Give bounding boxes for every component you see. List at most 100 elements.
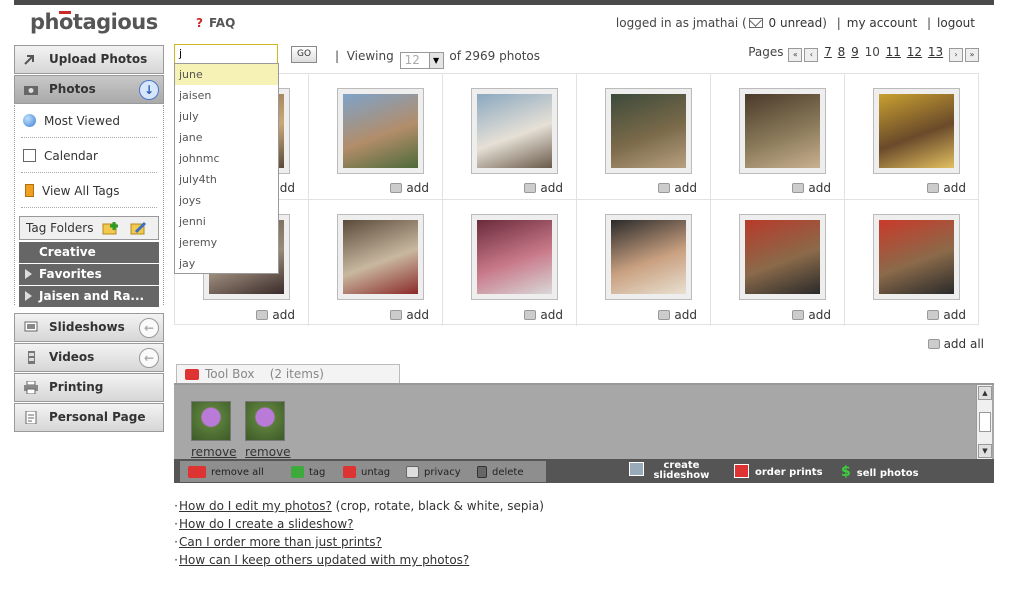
page-link[interactable]: 8 xyxy=(838,45,846,59)
toolbox-tab[interactable]: Tool Box (2 items) xyxy=(176,364,400,384)
add-to-toolbox-link[interactable]: add xyxy=(658,181,697,195)
photo-thumbnail[interactable] xyxy=(471,88,558,174)
arrow-down-icon[interactable]: ↓ xyxy=(139,80,159,100)
videos-button[interactable]: Videos ← xyxy=(14,343,164,372)
upload-photos-button[interactable]: Upload Photos xyxy=(14,45,164,74)
folder-favorites[interactable]: Favorites xyxy=(19,264,159,285)
printing-button[interactable]: Printing xyxy=(14,373,164,402)
edit-photos-help-link[interactable]: How do I edit my photos? xyxy=(179,499,332,513)
tag-search-input[interactable]: j xyxy=(174,44,278,64)
my-account-link[interactable]: my account xyxy=(847,16,917,30)
photo-thumbnail[interactable] xyxy=(739,88,826,174)
add-to-toolbox-link[interactable]: add xyxy=(792,308,831,322)
logo[interactable]: photagious xyxy=(30,10,158,34)
flower-photo[interactable] xyxy=(245,401,285,441)
go-button[interactable]: GO xyxy=(291,46,317,63)
photo-thumbnail[interactable] xyxy=(739,214,826,300)
unread-link[interactable]: 0 unread xyxy=(769,16,823,30)
suggestion-item[interactable]: july xyxy=(175,106,278,127)
scroll-thumb[interactable] xyxy=(979,412,991,432)
remove-all-button[interactable]: remove all xyxy=(188,466,264,478)
tag-icon xyxy=(25,184,34,197)
suggestion-item[interactable]: jeremy xyxy=(175,232,278,253)
tag-button[interactable]: tag xyxy=(291,466,325,478)
page-link[interactable]: 11 xyxy=(886,45,901,59)
add-folder-icon[interactable] xyxy=(102,220,120,236)
divider xyxy=(21,207,157,208)
suggestion-item[interactable]: jenni xyxy=(175,211,278,232)
add-label: add xyxy=(540,308,563,322)
add-to-toolbox-link[interactable]: add xyxy=(256,308,295,322)
calendar-link[interactable]: Calendar xyxy=(23,149,98,163)
photo-thumbnail[interactable] xyxy=(471,214,558,300)
delete-button[interactable]: delete xyxy=(477,466,524,478)
arrow-left-icon[interactable]: ← xyxy=(139,318,159,338)
suggestion-item[interactable]: jay xyxy=(175,253,278,274)
most-viewed-link[interactable]: Most Viewed xyxy=(23,114,120,128)
remove-link[interactable]: remove xyxy=(191,445,237,459)
autocomplete-dropdown: june jaisen july jane johnmc july4th joy… xyxy=(174,63,279,274)
last-page-button[interactable]: » xyxy=(965,48,979,62)
photo-thumbnail[interactable] xyxy=(873,88,960,174)
privacy-button[interactable]: privacy xyxy=(406,466,461,478)
order-help-link[interactable]: Can I order more than just prints? xyxy=(179,535,382,549)
tag-folders-header: Tag Folders xyxy=(19,216,159,240)
photo-thumbnail[interactable] xyxy=(605,88,692,174)
untag-button[interactable]: untag xyxy=(343,466,390,478)
add-to-toolbox-link[interactable]: add xyxy=(927,308,966,322)
photo-thumbnail[interactable] xyxy=(605,214,692,300)
page-link[interactable]: 13 xyxy=(928,45,943,59)
add-to-toolbox-link[interactable]: add xyxy=(524,181,563,195)
expand-icon[interactable] xyxy=(25,291,32,301)
scroll-up-icon[interactable]: ▲ xyxy=(978,386,992,400)
suggestion-item[interactable]: jane xyxy=(175,127,278,148)
photo-thumbnail[interactable] xyxy=(337,88,424,174)
remove-link[interactable]: remove xyxy=(245,445,291,459)
add-to-toolbox-link[interactable]: add xyxy=(927,181,966,195)
folder-creative[interactable]: Creative xyxy=(19,242,159,263)
next-page-button[interactable]: › xyxy=(949,48,963,62)
add-to-toolbox-link[interactable]: add xyxy=(390,181,429,195)
page-icon xyxy=(25,411,37,424)
prev-page-button[interactable]: ‹ xyxy=(804,48,819,62)
logout-link[interactable]: logout xyxy=(937,16,975,30)
slideshows-button[interactable]: Slideshows ← xyxy=(14,313,164,342)
photo-thumbnail[interactable] xyxy=(873,214,960,300)
add-to-toolbox-link[interactable]: add xyxy=(390,308,429,322)
page-link[interactable]: 7 xyxy=(824,45,832,59)
faq-link[interactable]: ? FAQ xyxy=(196,16,235,30)
suggestion-item[interactable]: july4th xyxy=(175,169,278,190)
page-link[interactable]: 12 xyxy=(907,45,922,59)
folder-jaisen[interactable]: Jaisen and Ra... xyxy=(19,286,159,307)
suggestion-item[interactable]: joys xyxy=(175,190,278,211)
photos-button[interactable]: Photos ↓ xyxy=(14,75,164,104)
scroll-down-icon[interactable]: ▼ xyxy=(978,444,992,458)
order-prints-button[interactable]: order prints xyxy=(734,464,823,478)
edit-folder-icon[interactable] xyxy=(130,220,148,236)
toolbox-scrollbar[interactable]: ▲ ▼ xyxy=(976,385,992,459)
photo-thumbnail[interactable] xyxy=(337,214,424,300)
flower-photo[interactable] xyxy=(191,401,231,441)
arrow-left-icon[interactable]: ← xyxy=(139,348,159,368)
photo-image xyxy=(879,94,954,168)
suggestion-item[interactable]: june xyxy=(175,64,278,85)
slideshow-help-link[interactable]: How do I create a slideshow? xyxy=(179,517,354,531)
photo-cell: add xyxy=(577,200,711,326)
create-slideshow-button[interactable]: create slideshow xyxy=(629,461,709,481)
page-link[interactable]: 9 xyxy=(851,45,859,59)
printer-icon xyxy=(24,381,38,394)
personal-page-button[interactable]: Personal Page xyxy=(14,403,164,432)
per-page-select[interactable]: 12 ▼ xyxy=(399,52,444,69)
remove-all-label: remove all xyxy=(211,467,264,478)
suggestion-item[interactable]: johnmc xyxy=(175,148,278,169)
view-all-tags-link[interactable]: View All Tags xyxy=(23,184,120,198)
add-to-toolbox-link[interactable]: add xyxy=(658,308,697,322)
sell-photos-button[interactable]: $ sell photos xyxy=(841,464,919,480)
add-to-toolbox-link[interactable]: add xyxy=(792,181,831,195)
add-to-toolbox-link[interactable]: add xyxy=(524,308,563,322)
first-page-button[interactable]: « xyxy=(788,48,803,62)
expand-icon[interactable] xyxy=(25,269,32,279)
updates-help-link[interactable]: How can I keep others updated with my ph… xyxy=(179,553,469,567)
add-all-link[interactable]: add all xyxy=(927,337,984,351)
suggestion-item[interactable]: jaisen xyxy=(175,85,278,106)
